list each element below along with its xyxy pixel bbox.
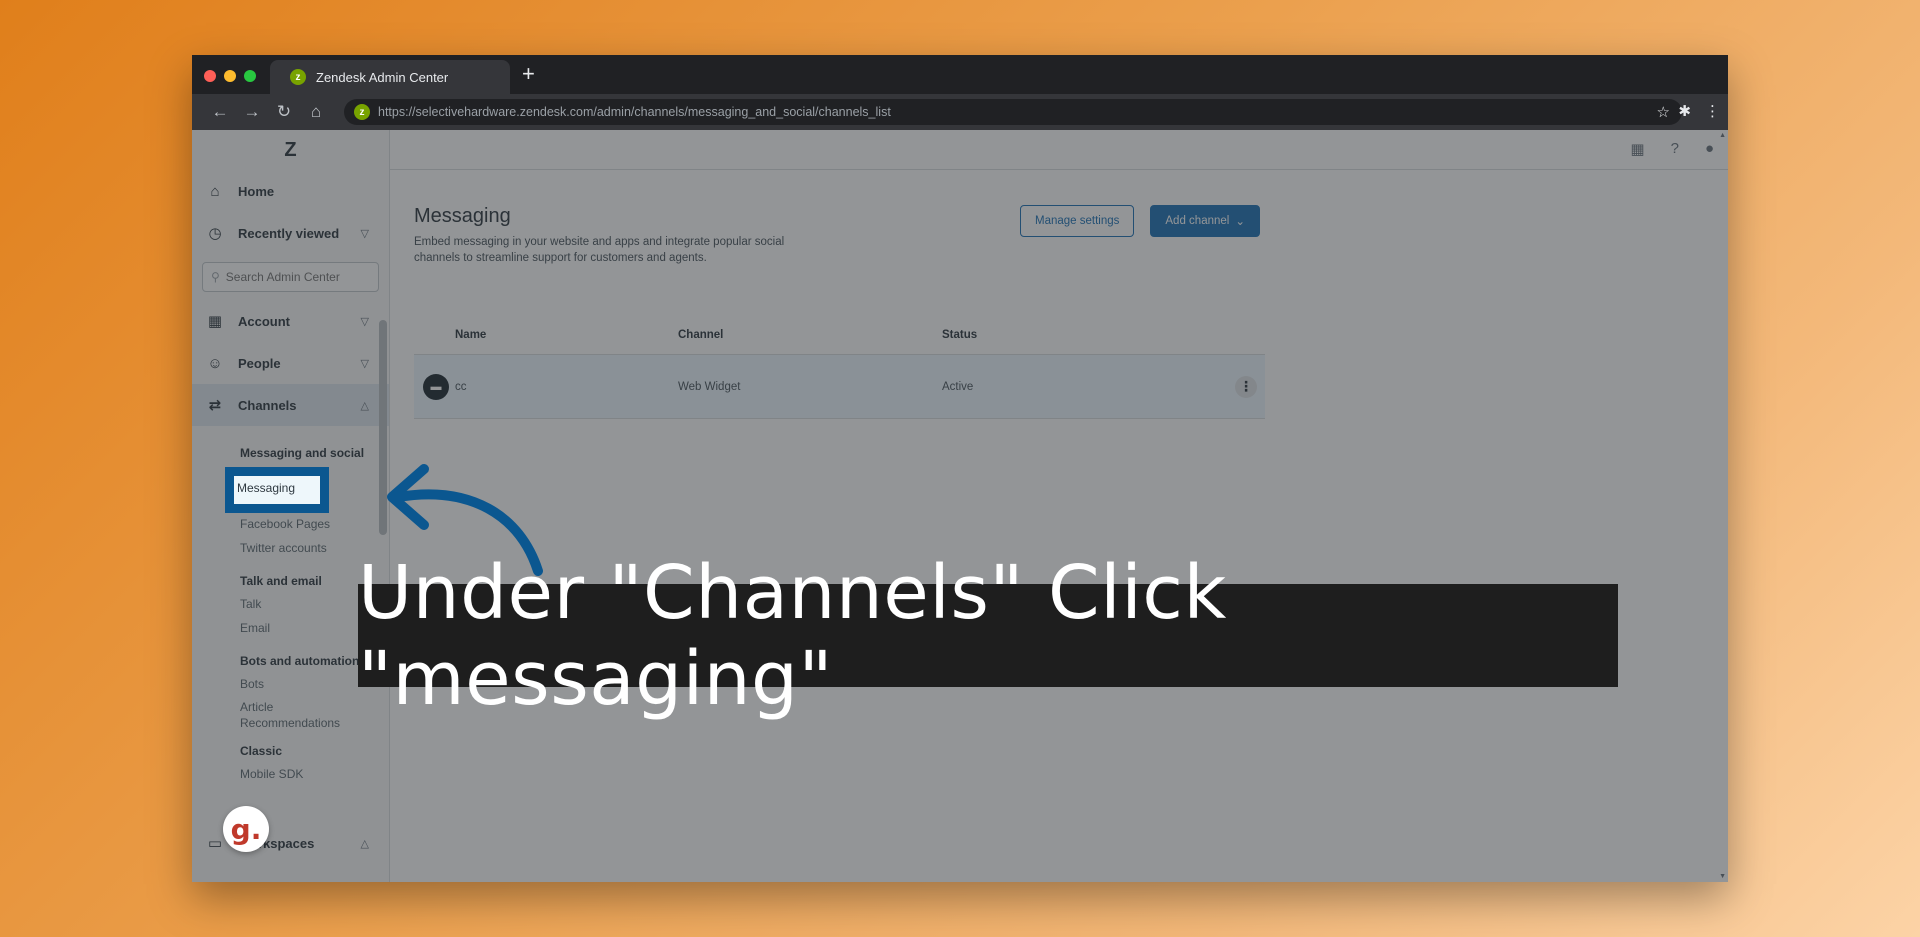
guide-logo-badge[interactable]: g. — [223, 806, 269, 852]
back-icon[interactable]: ← — [204, 102, 236, 122]
extensions-icon[interactable]: ✱ — [1678, 102, 1691, 120]
new-tab-button[interactable]: + — [522, 61, 535, 87]
zendesk-favicon-icon: z — [290, 69, 306, 85]
reload-icon[interactable]: ↻ — [268, 102, 300, 122]
site-favicon-icon: z — [354, 104, 370, 120]
home-icon[interactable]: ⌂ — [300, 102, 332, 122]
close-window-button[interactable] — [204, 70, 216, 82]
highlight-messaging[interactable]: Messaging — [225, 467, 329, 513]
window-controls — [204, 70, 256, 82]
maximize-window-button[interactable] — [244, 70, 256, 82]
bookmark-star-icon[interactable]: ☆ — [1657, 103, 1670, 121]
instruction-caption: Under "Channels" Click "messaging" — [358, 550, 1618, 722]
tab-title: Zendesk Admin Center — [316, 69, 449, 85]
browser-tab[interactable]: z Zendesk Admin Center — [270, 60, 510, 94]
forward-icon[interactable]: → — [236, 102, 268, 122]
title-bar: z Zendesk Admin Center + — [192, 55, 1728, 94]
minimize-window-button[interactable] — [224, 70, 236, 82]
highlight-messaging-label: Messaging — [237, 481, 296, 495]
url-text: https://selectivehardware.zendesk.com/ad… — [378, 105, 891, 119]
browser-menu-icon[interactable]: ⋮ — [1705, 102, 1720, 120]
address-bar[interactable]: z https://selectivehardware.zendesk.com/… — [344, 99, 1682, 125]
browser-toolbar: ← → ↻ ⌂ z https://selectivehardware.zend… — [192, 94, 1728, 130]
